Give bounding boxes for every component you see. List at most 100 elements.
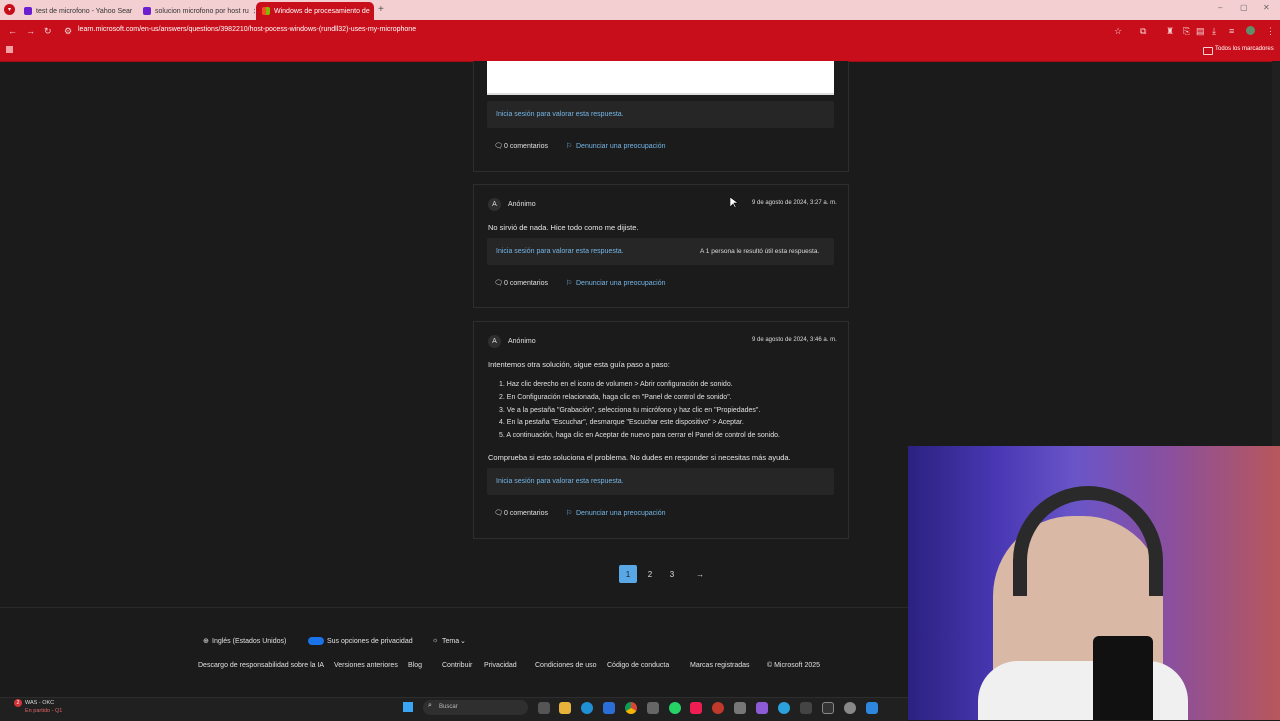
author-name: Anónimo (508, 338, 536, 345)
app-icon[interactable] (712, 702, 724, 714)
close-tab-icon[interactable]: ✕ (253, 7, 255, 16)
edge-icon[interactable] (581, 702, 593, 714)
comments-count[interactable]: 0 comentarios (504, 280, 548, 287)
report-concern-link[interactable]: Denunciar una preocupación (576, 280, 666, 287)
comments-count[interactable]: 0 comentarios (504, 143, 548, 150)
maximize-icon[interactable]: ▢ (1240, 3, 1248, 12)
media-icon[interactable]: ≡ (1229, 26, 1234, 36)
app-icon[interactable] (756, 702, 768, 714)
site-info-icon[interactable]: ⚙ (64, 26, 72, 37)
chrome-icon[interactable] (625, 702, 637, 714)
more-menu-icon[interactable]: ⋮ (1266, 26, 1275, 37)
theme-selector[interactable]: Tema (442, 638, 459, 645)
new-tab-button[interactable]: + (378, 4, 384, 15)
weather-badge: 2 (14, 699, 22, 707)
tab-label: solucion microfono por host ru (155, 8, 249, 15)
tab-microfono-solucion[interactable]: solucion microfono por host ru ✕ (137, 2, 255, 20)
next-page-button[interactable]: → (691, 565, 709, 583)
rate-answer-link[interactable]: Inicia sesión para valorar esta respuest… (496, 248, 624, 255)
language-selector[interactable]: Inglés (Estados Unidos) (212, 638, 286, 645)
app-icon[interactable] (800, 702, 812, 714)
url-field[interactable]: learn.microsoft.com/en-us/answers/questi… (78, 26, 416, 33)
privacy-choices-link[interactable]: Sus opciones de privacidad (327, 638, 413, 645)
report-concern-link[interactable]: Denunciar una preocupación (576, 510, 666, 517)
extension-icon[interactable]: ⎘ (1183, 26, 1190, 37)
answer-date: 9 de agosto de 2024, 3:46 a. m. (752, 337, 837, 343)
weather-widget-title[interactable]: WAS - OKC (25, 700, 54, 706)
footer-link-code-of-conduct[interactable]: Código de conducta (607, 662, 669, 669)
webcam-overlay (908, 446, 1280, 720)
step-item: 1. Haz clic derecho en el icono de volum… (499, 381, 733, 388)
search-icon: ⌕ (428, 702, 432, 710)
tab-yahoo-search[interactable]: test de microfono - Yahoo Sear ✕ (18, 2, 136, 20)
comment-icon: 🗨 (494, 142, 503, 150)
app-icon[interactable] (734, 702, 746, 714)
copyright-text: © Microsoft 2025 (767, 662, 820, 669)
flag-icon: ⚐ (566, 509, 572, 517)
yahoo-favicon-icon (24, 7, 32, 15)
store-icon[interactable] (603, 702, 615, 714)
report-concern-link[interactable]: Denunciar una preocupación (576, 143, 666, 150)
rate-answer-link[interactable]: Inicia sesión para valorar esta respuest… (496, 111, 624, 118)
weather-widget-subtitle[interactable]: En partido - Q1 (25, 708, 62, 714)
answer-outro: Comprueba si esto soluciona el problema.… (488, 453, 791, 462)
app-icon[interactable] (822, 702, 834, 714)
footer-link-terms[interactable]: Condiciones de uso (535, 662, 597, 669)
extension-icon[interactable]: ▤ (1196, 26, 1205, 37)
headphones-icon (1013, 486, 1163, 596)
tab-label: test de microfono - Yahoo Sear (36, 8, 132, 15)
download-icon[interactable]: ⤓ (1212, 26, 1216, 37)
forward-icon[interactable]: → (26, 26, 35, 36)
footer-link-privacy[interactable]: Privacidad (484, 662, 517, 669)
reload-icon[interactable]: ↻ (44, 26, 52, 37)
page-1-button[interactable]: 1 (619, 565, 637, 583)
microsoft-favicon-icon (262, 7, 270, 15)
task-view-icon[interactable] (538, 702, 550, 714)
answer-card (473, 321, 849, 539)
footer-link-blog[interactable]: Blog (408, 662, 422, 669)
all-bookmarks-link[interactable]: Todos los marcadores (1215, 46, 1274, 52)
app-icon[interactable] (647, 702, 659, 714)
extensions-icon[interactable]: ⧉ (1140, 26, 1146, 37)
privacy-toggle-icon (308, 637, 324, 645)
extension-icon[interactable]: ♜ (1166, 26, 1174, 37)
step-item: 5. A continuación, haga clic en Aceptar … (499, 432, 780, 439)
footer-link-ai-disclaimer[interactable]: Descargo de responsabilidad sobre la IA (198, 662, 324, 669)
avatar: A (488, 198, 501, 211)
windows-start-icon[interactable] (403, 702, 413, 712)
comment-icon: 🗨 (494, 279, 503, 287)
back-icon[interactable]: ← (8, 26, 17, 36)
avatar: A (488, 335, 501, 348)
file-explorer-icon[interactable] (559, 702, 571, 714)
tab-label: Windows de procesamiento de (274, 8, 370, 15)
comments-count[interactable]: 0 comentarios (504, 510, 548, 517)
helpful-count: A 1 persona le resultó útil esta respues… (700, 248, 819, 255)
profile-avatar[interactable] (1246, 26, 1255, 35)
tab-microsoft-learn[interactable]: Windows de procesamiento de ✕ (256, 2, 374, 20)
page-2-button[interactable]: 2 (641, 565, 659, 583)
footer-link-contribute[interactable]: Contribuir (442, 662, 472, 669)
close-window-icon[interactable]: ✕ (1263, 3, 1270, 12)
settings-icon[interactable] (844, 702, 856, 714)
tiktok-icon[interactable] (690, 702, 702, 714)
taskbar-search-placeholder: Buscar (439, 704, 458, 710)
rate-answer-link[interactable]: Inicia sesión para valorar esta respuest… (496, 478, 624, 485)
step-item: 2. En Configuración relacionada, haga cl… (499, 394, 732, 401)
bookmark-star-icon[interactable]: ☆ (1114, 26, 1122, 37)
page-3-button[interactable]: 3 (663, 565, 681, 583)
app-icon[interactable] (866, 702, 878, 714)
answer-intro: Intentemos otra solución, sigue esta guí… (488, 360, 670, 369)
apps-icon[interactable] (6, 46, 13, 53)
step-item: 4. En la pestaña "Escuchar", desmarque "… (499, 419, 744, 426)
flag-icon: ⚐ (566, 142, 572, 150)
folder-icon (1203, 47, 1213, 55)
whatsapp-icon[interactable] (669, 702, 681, 714)
page-scrollbar[interactable] (1272, 61, 1280, 446)
minimize-icon[interactable]: – (1218, 3, 1222, 12)
footer-link-trademarks[interactable]: Marcas registradas (690, 662, 750, 669)
footer-link-previous-versions[interactable]: Versiones anteriores (334, 662, 398, 669)
answer-image (487, 61, 834, 95)
globe-icon: ⊕ (203, 637, 209, 645)
tab-search-button[interactable]: ▾ (4, 4, 15, 15)
telegram-icon[interactable] (778, 702, 790, 714)
